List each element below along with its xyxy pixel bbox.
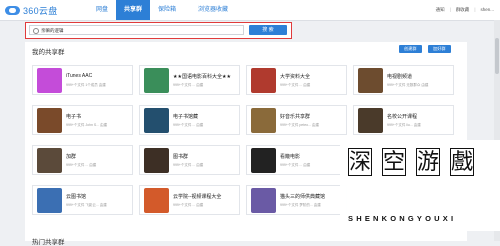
group-card-meta: 999+个文件 ... 由建 xyxy=(173,83,204,87)
group-card-meta: 999+个文件 1个成员 由建 xyxy=(66,83,106,87)
group-card[interactable]: 大学资料大全 999+个文件 ... 由建 xyxy=(246,65,347,95)
group-card-meta: 999+个文件 ... 由建 xyxy=(280,163,311,167)
group-card-title: 加群 xyxy=(66,154,77,160)
group-card-title: ★★国语电影百科大全★★ xyxy=(173,74,231,80)
campus-icon xyxy=(358,108,383,133)
search-icon xyxy=(33,28,39,34)
group-card-meta: 999+个文件 无数群众 由建 xyxy=(387,83,429,87)
group-card-title: 猫头三的师供典藏馆 xyxy=(280,194,326,200)
cloud-logo-icon xyxy=(5,5,20,15)
group-card-meta: 999+个文件 梦阶的... 由建 xyxy=(280,203,321,207)
nav-netdisk[interactable]: 网盘 xyxy=(88,0,116,20)
create-group-button[interactable]: 创建群 xyxy=(399,45,422,53)
group-card-title: 电视剧频道 xyxy=(387,74,413,80)
watermark: 深 空 游 戲 SHENKONGYOUXI xyxy=(340,140,500,231)
search-button[interactable]: 搜 索 xyxy=(249,25,287,35)
group-card-title: 电子书 xyxy=(66,114,82,120)
group-card-meta: 999+个文件 飞影云... 由建 xyxy=(66,203,107,207)
group-card-title: 云图书馆 xyxy=(66,194,87,200)
group-card-title: 图书群 xyxy=(173,154,189,160)
search-bar: 亲嘛的逻辑 搜 索 xyxy=(25,22,292,39)
watermark-char: 深 xyxy=(348,148,372,176)
join-group-button[interactable]: 加好群 xyxy=(428,45,451,53)
cinema-icon xyxy=(251,148,276,173)
film-reel-icon xyxy=(144,68,169,93)
bookshelf-icon xyxy=(37,108,62,133)
search-input-value: 亲嘛的逻辑 xyxy=(41,28,64,33)
group-card-title: 云学院--视频课程大全 xyxy=(173,194,222,200)
logo-text: 360云盘 xyxy=(23,5,58,16)
watermark-logo: 深 空 游 戲 xyxy=(348,148,474,176)
group-card[interactable]: 图书群 999+个文件 ... 由建 xyxy=(139,145,240,175)
group-card-meta: 999+个文件 liu... 由建 xyxy=(387,123,421,127)
temple-icon xyxy=(251,68,276,93)
book-stack-icon xyxy=(144,148,169,173)
top-bar: 360云盘 网盘 共享群 保险箱 浏览器收藏 通知 | 群收藏 | shen..… xyxy=(0,0,500,21)
section-title: 我的共享群 xyxy=(32,49,65,56)
group-card-meta: 999+个文件 ... 由建 xyxy=(280,83,311,87)
group-card-meta: 999+个文件 ... 由建 xyxy=(173,163,204,167)
search-input[interactable]: 亲嘛的逻辑 xyxy=(29,25,244,35)
nav-share-groups[interactable]: 共享群 xyxy=(116,0,151,20)
group-card[interactable]: 加群 999+个文件 ... 由建 xyxy=(32,145,133,175)
watermark-subtitle: SHENKONGYOUXI xyxy=(348,214,457,223)
ink-logo-icon xyxy=(144,188,169,213)
group-card[interactable]: 云图书馆 999+个文件 飞影云... 由建 xyxy=(32,185,133,215)
group-card-title: 大学资料大全 xyxy=(280,74,311,80)
group-card-meta: 999+个文件 ... 由建 xyxy=(173,123,204,127)
group-card[interactable]: 云学院--视频课程大全 999+个文件 ... 由建 xyxy=(139,185,240,215)
group-card[interactable]: 名校公开课程 999+个文件 liu... 由建 xyxy=(353,105,454,135)
group-card[interactable]: 电子书馆藏 999+个文件 ... 由建 xyxy=(139,105,240,135)
group-card[interactable]: 好音乐共享群 999+个文件 peteo... 由建 xyxy=(246,105,347,135)
divider: | xyxy=(449,7,451,12)
owl-icon xyxy=(251,188,276,213)
user-menu[interactable]: shen... xyxy=(480,7,494,13)
hot-groups-title: 热门共享群 xyxy=(32,239,65,246)
group-card[interactable]: 电视剧频道 999+个文件 无数群众 由建 xyxy=(353,65,454,95)
group-card[interactable]: 猫头三的师供典藏馆 999+个文件 梦阶的... 由建 xyxy=(246,185,347,215)
header-right: 通知 | 群收藏 | shen... xyxy=(436,7,494,13)
watermark-char: 空 xyxy=(382,148,406,176)
people-icon xyxy=(37,148,62,173)
group-card[interactable]: 看簸电影 999+个文件 ... 由建 xyxy=(246,145,347,175)
nav-browser-favorites[interactable]: 浏览器收藏 xyxy=(190,0,236,20)
group-card-title: 看簸电影 xyxy=(280,154,301,160)
group-favorites-link[interactable]: 群收藏 xyxy=(456,7,470,13)
group-card[interactable]: iTunes AAC 999+个文件 1个成员 由建 xyxy=(32,65,133,95)
group-card-meta: 999+个文件 ... 由建 xyxy=(66,163,97,167)
group-card-title: 好音乐共享群 xyxy=(280,114,311,120)
logo[interactable]: 360云盘 xyxy=(5,4,58,16)
nav-safe-box[interactable]: 保险箱 xyxy=(150,0,184,20)
group-card[interactable]: ★★国语电影百科大全★★ 999+个文件 ... 由建 xyxy=(139,65,240,95)
piano-icon xyxy=(251,108,276,133)
divider: | xyxy=(474,7,476,12)
notice-link[interactable]: 通知 xyxy=(436,7,445,13)
tv-icon xyxy=(358,68,383,93)
watermark-char: 戲 xyxy=(450,148,474,176)
group-card[interactable]: 电子书 999+个文件 John S... 由建 xyxy=(32,105,133,135)
group-card-meta: 999+个文件 John S... 由建 xyxy=(66,123,108,127)
group-card-meta: 999+个文件 ... 由建 xyxy=(173,203,204,207)
scrollbar-thumb[interactable] xyxy=(495,38,499,74)
group-card-meta: 999+个文件 peteo... 由建 xyxy=(280,123,320,127)
music-app-icon xyxy=(37,68,62,93)
city-icon xyxy=(37,188,62,213)
watermark-char: 游 xyxy=(416,148,440,176)
library-icon xyxy=(144,108,169,133)
group-card-title: 电子书馆藏 xyxy=(173,114,199,120)
main-nav: 网盘 共享群 保险箱 浏览器收藏 xyxy=(88,0,236,20)
group-card-title: 名校公开课程 xyxy=(387,114,418,120)
group-card-title: iTunes AAC xyxy=(66,73,93,79)
